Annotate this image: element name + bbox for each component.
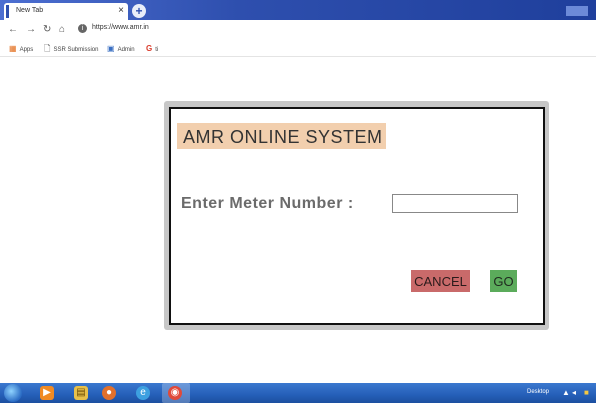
bookmark-label: Admin — [117, 47, 135, 53]
bookmark-label: SSR Submission — [53, 47, 99, 53]
dialog-title-banner: AMR ONLINE SYSTEM — [177, 123, 386, 149]
chrome-icon[interactable]: ◉ — [168, 386, 182, 400]
address-url[interactable]: https://www.amr.in — [92, 24, 149, 31]
browser-toolbar: ← → ↻ ⌂ i https://www.amr.in — [0, 20, 596, 42]
browser-tab[interactable]: New Tab × — [4, 3, 128, 20]
tab-title: New Tab — [16, 7, 44, 14]
media-player-icon[interactable]: ▶ — [40, 386, 54, 400]
google-icon: G — [146, 44, 153, 53]
site-info-icon[interactable]: i — [78, 24, 87, 33]
bookmark-admin[interactable]: ▣ Admin — [107, 44, 135, 55]
page-icon: 🗋 — [44, 44, 51, 53]
back-arrow-icon[interactable]: ← — [8, 24, 18, 36]
bookmark-label: Apps — [19, 47, 34, 53]
forward-arrow-icon[interactable]: → — [26, 24, 36, 36]
window-control-button[interactable] — [566, 6, 588, 16]
address-bar[interactable]: i https://www.amr.in — [78, 24, 278, 37]
volume-icon[interactable]: ◂ — [572, 388, 576, 397]
new-tab-button[interactable]: + — [132, 4, 146, 18]
meter-number-label: Enter Meter Number : — [181, 195, 354, 212]
home-icon[interactable]: ⌂ — [59, 24, 65, 36]
internet-explorer-icon[interactable]: e — [136, 386, 150, 400]
firefox-icon[interactable]: ● — [102, 386, 116, 400]
admin-icon: ▣ — [107, 44, 115, 53]
tab-close-icon[interactable]: × — [118, 5, 124, 17]
apps-grid-icon: ▦ — [9, 44, 17, 53]
go-button[interactable]: GO — [490, 270, 517, 292]
amr-dialog: AMR ONLINE SYSTEM Enter Meter Number : C… — [169, 107, 545, 325]
meter-number-input[interactable] — [392, 194, 518, 213]
bookmarks-bar: ▦ Apps 🗋 SSR Submission ▣ Admin Gti — [0, 42, 596, 57]
taskbar: ▶ ▤ ● e ◉ Desktop ▲ ◂ ■ — [0, 383, 596, 403]
desktop-toolbar-label[interactable]: Desktop — [527, 389, 549, 395]
tab-favicon — [6, 5, 9, 18]
bookmark-google[interactable]: Gti — [146, 44, 158, 55]
bookmark-apps[interactable]: ▦ Apps — [9, 44, 33, 55]
start-button[interactable] — [4, 384, 22, 402]
file-explorer-icon[interactable]: ▤ — [74, 386, 88, 400]
dialog-title: AMR ONLINE SYSTEM — [183, 127, 383, 147]
bookmark-label: ti — [155, 47, 159, 53]
notification-icon[interactable]: ■ — [584, 388, 589, 397]
browser-tabstrip: New Tab × + — [0, 0, 596, 20]
network-icon[interactable]: ▲ — [562, 388, 570, 397]
reload-icon[interactable]: ↻ — [43, 24, 51, 36]
bookmark-ssr-submission[interactable]: 🗋 SSR Submission — [44, 44, 98, 55]
cancel-button[interactable]: CANCEL — [411, 270, 470, 292]
